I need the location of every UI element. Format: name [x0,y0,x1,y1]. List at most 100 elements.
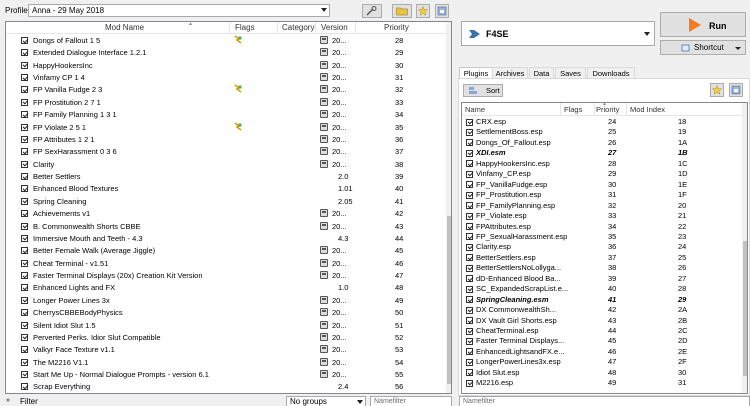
open-folder-button[interactable] [392,4,412,18]
plugin-row[interactable]: Clarity.esp 36 24 [462,242,742,253]
plugin-restore-button[interactable] [729,83,743,97]
plugin-enabled-checkbox[interactable] [466,285,473,293]
plugin-row[interactable]: FPAttributes.esp 34 22 [462,222,742,233]
mod-row[interactable]: FP Family Planning 1 3 1 20... 34 [6,109,442,120]
plugin-enabled-checkbox[interactable] [466,233,473,241]
mod-enabled-checkbox[interactable] [21,234,28,242]
plugin-row[interactable]: BetterSettlersNoLollyga... 38 26 [462,263,742,274]
tab-saves[interactable]: Saves [555,67,586,78]
mod-row[interactable]: The M2216 V1.1 20... 54 [6,357,442,368]
plugin-list-scrollbar[interactable] [742,103,747,393]
plugin-enabled-checkbox[interactable] [466,170,473,178]
mod-row[interactable]: FP SexHarassment 0 3 6 20... 37 [6,146,442,157]
mod-enabled-checkbox[interactable] [21,98,28,106]
backup-button[interactable] [416,4,430,18]
mod-row[interactable]: Enhanced Lights and FX 1.0 48 [6,282,442,293]
plugin-row[interactable]: LongerPowerLines3x.esp 47 2F [462,357,742,368]
mod-enabled-checkbox[interactable] [21,321,28,329]
plugin-enabled-checkbox[interactable] [466,358,473,366]
plugin-list[interactable]: ▲ Name Flags Priority Mod Index CRX.esp 2… [461,102,748,394]
plugin-enabled-checkbox[interactable] [466,379,473,387]
plugin-enabled-checkbox[interactable] [466,317,473,325]
plugin-row[interactable]: CheatTerminal.esp 44 2C [462,326,742,337]
mod-row[interactable]: Vinfamy CP 1 4 20... 31 [6,72,442,83]
plugin-namefilter-input[interactable]: Namefilter [459,396,750,406]
plugin-enabled-checkbox[interactable] [466,275,473,283]
mod-row[interactable]: Start Me Up - Normal Dialogue Prompts - … [6,369,442,380]
tools-button[interactable] [362,4,382,18]
mod-row[interactable]: Faster Terminal Displays (20x) Creation … [6,270,442,281]
mod-enabled-checkbox[interactable] [21,222,28,230]
plugin-enabled-checkbox[interactable] [466,181,473,189]
mod-namefilter-input[interactable]: Namefilter [370,396,452,406]
mod-row[interactable]: Clarity 20... 38 [6,159,442,170]
header-plugin-name[interactable]: Name [465,105,485,114]
mod-row[interactable]: Longer Power Lines 3x 20... 49 [6,295,442,306]
plugin-enabled-checkbox[interactable] [466,128,473,136]
plugin-enabled-checkbox[interactable] [466,327,473,335]
mod-enabled-checkbox[interactable] [21,61,28,69]
plugin-row[interactable]: SC_ExpandedScrapList.e... 40 28 [462,284,742,295]
plugin-row[interactable]: FP_Violate.esp 33 21 [462,211,742,222]
mod-enabled-checkbox[interactable] [21,37,28,44]
plugin-row[interactable]: M2216.esp 49 31 [462,378,742,389]
mod-row[interactable]: Spring Cleaning 2.05 41 [6,196,442,207]
mod-row[interactable]: Valkyr Face Texture v1.1 20... 53 [6,344,442,355]
mod-row[interactable]: FP Violate 2 5 1 20... 35 [6,121,442,133]
mod-enabled-checkbox[interactable] [21,111,28,119]
mod-row[interactable]: B. Commonwealth Shorts CBBE 20... 43 [6,221,442,232]
mod-enabled-checkbox[interactable] [21,284,28,292]
tab-downloads[interactable]: Downloads [587,67,635,78]
mod-row[interactable]: Immersive Mouth and Teeth - 4.3 4.3 44 [6,233,442,244]
header-plugin-modindex[interactable]: Mod Index [630,105,665,114]
plugin-enabled-checkbox[interactable] [466,139,473,147]
mod-enabled-checkbox[interactable] [21,86,28,94]
header-plugin-flags[interactable]: Flags [564,105,582,114]
plugin-enabled-checkbox[interactable] [466,202,473,210]
plugin-enabled-checkbox[interactable] [466,118,473,126]
plugin-row[interactable]: DX CommonwealthSh... 42 2A [462,305,742,316]
mod-enabled-checkbox[interactable] [21,346,28,354]
plugin-row[interactable]: FP_VanillaFudge.esp 30 1E [462,180,742,191]
mod-row[interactable]: CherrysCBBEBodyPhysics 20... 50 [6,307,442,318]
plugin-row[interactable]: FP_FamilyPlanning.esp 32 20 [462,201,742,212]
mod-enabled-checkbox[interactable] [21,74,28,82]
plugin-row[interactable]: SettlementBoss.esp 25 19 [462,127,742,138]
expand-filter-icon[interactable]: » [6,397,10,404]
plugin-row[interactable]: XDI.esm 27 1B [462,148,742,159]
mod-enabled-checkbox[interactable] [21,272,28,280]
mod-enabled-checkbox[interactable] [21,333,28,341]
header-version[interactable]: Version [321,23,348,32]
mod-row[interactable]: Better Female Walk (Average Jiggle) 20...… [6,245,442,256]
mod-list-scrollbar[interactable] [446,22,451,393]
mod-enabled-checkbox[interactable] [21,185,28,193]
mod-list[interactable]: ▲ Mod Name Flags Category Version Priori… [5,21,452,394]
plugin-row[interactable]: Vinfamy_CP.esp 29 1D [462,169,742,180]
plugin-enabled-checkbox[interactable] [466,160,473,168]
header-category[interactable]: Category [282,23,314,32]
mod-row[interactable]: Cheat Terminal - v1.51 20... 46 [6,258,442,269]
header-priority[interactable]: Priority [384,23,409,32]
plugin-row[interactable]: EnhancedLightsandFX.e... 46 2E [462,347,742,358]
plugin-backup-button[interactable] [710,83,724,97]
mod-enabled-checkbox[interactable] [21,173,28,181]
mod-enabled-checkbox[interactable] [21,309,28,317]
mod-row[interactable]: HappyHookersInc 20... 30 [6,60,442,71]
plugin-enabled-checkbox[interactable] [466,254,473,262]
tab-data[interactable]: Data [529,67,554,78]
mod-enabled-checkbox[interactable] [21,135,28,143]
mod-row[interactable]: FP Prostitution 2 7 1 20... 33 [6,97,442,108]
plugin-enabled-checkbox[interactable] [466,243,473,251]
filter-label[interactable]: Filter [20,397,38,406]
tab-archives[interactable]: Archives [492,67,528,78]
mod-row[interactable]: FP Attributes 1 2 1 20... 36 [6,134,442,145]
plugin-row[interactable]: Faster Terminal Displays... 45 2D [462,336,742,347]
plugin-enabled-checkbox[interactable] [466,348,473,356]
mod-enabled-checkbox[interactable] [21,370,28,378]
profile-select[interactable]: Anna - 29 May 2018 [28,4,330,17]
mod-enabled-checkbox[interactable] [21,123,28,131]
plugin-enabled-checkbox[interactable] [466,296,473,304]
scrollbar-thumb[interactable] [743,241,747,376]
plugin-row[interactable]: CRX.esp 24 18 [462,117,742,128]
plugin-row[interactable]: FP_Prostitution.esp 31 1F [462,190,742,201]
